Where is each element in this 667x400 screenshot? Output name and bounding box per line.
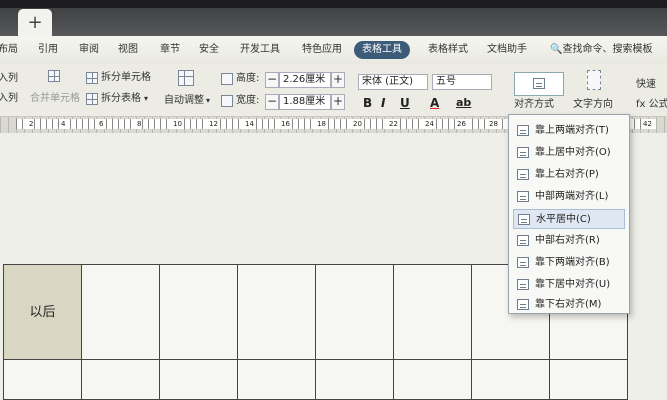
- search-command[interactable]: 🔍查找命令、搜索模板: [550, 42, 652, 58]
- font-color-button[interactable]: A: [430, 96, 439, 110]
- table-cell[interactable]: [549, 359, 628, 400]
- menu-doc-assistant[interactable]: 文档助手: [487, 42, 527, 58]
- split-cells-icon: [86, 72, 98, 84]
- height-decrease-button[interactable]: −: [265, 72, 279, 88]
- height-label: 高度:: [236, 73, 260, 84]
- split-table-button[interactable]: 拆分表格: [101, 92, 141, 106]
- new-tab-button[interactable]: +: [18, 9, 52, 36]
- align-center-icon: [533, 78, 545, 89]
- align-top-center-icon: [517, 147, 529, 158]
- font-size-select[interactable]: 五号: [432, 74, 492, 90]
- menu-bar: 布局 引用 审阅 视图 章节 安全 开发工具 特色应用 表格工具 表格样式 文档…: [0, 36, 667, 65]
- text-direction-button[interactable]: 文字方向: [573, 98, 613, 112]
- align-top-justify-icon: [517, 125, 529, 136]
- height-icon: [221, 73, 233, 85]
- menu-references[interactable]: 引用: [38, 42, 58, 58]
- menu-table-style[interactable]: 表格样式: [428, 42, 468, 58]
- menu-item-middle-justify[interactable]: 中部两端对齐(L): [513, 187, 625, 207]
- menu-section[interactable]: 章节: [160, 42, 180, 58]
- font-name-select[interactable]: 宋体 (正文): [358, 74, 428, 90]
- table-cell[interactable]: [315, 359, 394, 400]
- align-bottom-justify-icon: [517, 257, 529, 268]
- table-cell[interactable]: [159, 359, 238, 400]
- menu-item-middle-right[interactable]: 中部右对齐(R): [513, 231, 625, 251]
- search-icon: 🔍: [550, 44, 563, 55]
- table-cell[interactable]: [81, 359, 160, 400]
- table-cell[interactable]: [3, 359, 82, 400]
- menu-dev-tools[interactable]: 开发工具: [240, 42, 280, 58]
- table-cell[interactable]: [81, 264, 160, 360]
- quick-calc-button[interactable]: 快速: [636, 78, 656, 92]
- table-cell[interactable]: [315, 264, 394, 360]
- insert-col-button-2[interactable]: 入列: [0, 92, 18, 106]
- height-increase-button[interactable]: +: [331, 72, 345, 88]
- insert-col-button[interactable]: 入列: [0, 72, 18, 86]
- align-center-icon: [518, 214, 530, 225]
- merge-cells-button[interactable]: 合并单元格: [30, 92, 80, 106]
- height-input[interactable]: 2.26厘米: [279, 72, 331, 88]
- auto-adjust-button[interactable]: 自动调整: [164, 94, 204, 108]
- menu-item-top-justify[interactable]: 靠上两端对齐(T): [513, 121, 625, 141]
- align-button[interactable]: [514, 72, 564, 96]
- width-input[interactable]: 1.88厘米: [279, 94, 331, 110]
- text-direction-icon: [587, 70, 601, 90]
- align-bottom-right-icon: [517, 299, 529, 310]
- align-middle-justify-icon: [517, 191, 529, 202]
- width-increase-button[interactable]: +: [331, 94, 345, 110]
- menu-item-bottom-right[interactable]: 靠下右对齐(M): [513, 295, 625, 315]
- auto-adjust-icon: [178, 70, 194, 86]
- bold-button[interactable]: B: [363, 96, 372, 110]
- menu-review[interactable]: 审阅: [79, 42, 99, 58]
- formula-button[interactable]: fx 公式: [636, 98, 667, 112]
- menu-item-bottom-justify[interactable]: 靠下两端对齐(B): [513, 253, 625, 273]
- title-bar: +: [0, 0, 667, 36]
- merge-cells-icon: [48, 70, 60, 82]
- chevron-down-icon[interactable]: ▾: [144, 92, 148, 106]
- width-icon: [221, 95, 233, 107]
- chevron-down-icon[interactable]: ▾: [206, 94, 210, 108]
- menu-special-apps[interactable]: 特色应用: [302, 42, 342, 58]
- ribbon: 入列 入列 合并单元格 拆分单元格 拆分表格 ▾ 自动调整 ▾ 高度: − 2.…: [0, 64, 667, 116]
- table-cell[interactable]: [159, 264, 238, 360]
- width-label: 宽度:: [236, 95, 260, 106]
- menu-item-top-center[interactable]: 靠上居中对齐(O): [513, 143, 625, 163]
- highlight-button[interactable]: ab: [456, 96, 471, 110]
- table-cell[interactable]: [237, 359, 316, 400]
- cell-text: 以后: [29, 305, 56, 320]
- align-middle-right-icon: [517, 235, 529, 246]
- table-cell[interactable]: 以后: [3, 264, 82, 360]
- menu-security[interactable]: 安全: [199, 42, 219, 58]
- italic-button[interactable]: I: [381, 96, 385, 110]
- menu-item-bottom-center[interactable]: 靠下居中对齐(U): [513, 275, 625, 295]
- align-top-right-icon: [517, 169, 529, 180]
- table-cell[interactable]: [237, 264, 316, 360]
- table-cell[interactable]: [393, 359, 472, 400]
- menu-layout[interactable]: 布局: [0, 42, 18, 58]
- align-button-label[interactable]: 对齐方式: [514, 98, 554, 112]
- split-table-icon: [86, 93, 98, 105]
- split-cells-button[interactable]: 拆分单元格: [101, 71, 151, 85]
- tab-strip: [0, 0, 667, 8]
- menu-item-top-right[interactable]: 靠上右对齐(P): [513, 165, 625, 185]
- table-cell[interactable]: [471, 359, 550, 400]
- table-cell[interactable]: [393, 264, 472, 360]
- align-bottom-center-icon: [517, 279, 529, 290]
- width-decrease-button[interactable]: −: [265, 94, 279, 110]
- underline-button[interactable]: U: [400, 96, 410, 110]
- alignment-dropdown-menu: 靠上两端对齐(T) 靠上居中对齐(O) 靠上右对齐(P) 中部两端对齐(L) 水…: [508, 114, 630, 314]
- menu-table-tools[interactable]: 表格工具: [354, 41, 410, 59]
- menu-view[interactable]: 视图: [118, 42, 138, 58]
- menu-item-center[interactable]: 水平居中(C): [513, 209, 625, 229]
